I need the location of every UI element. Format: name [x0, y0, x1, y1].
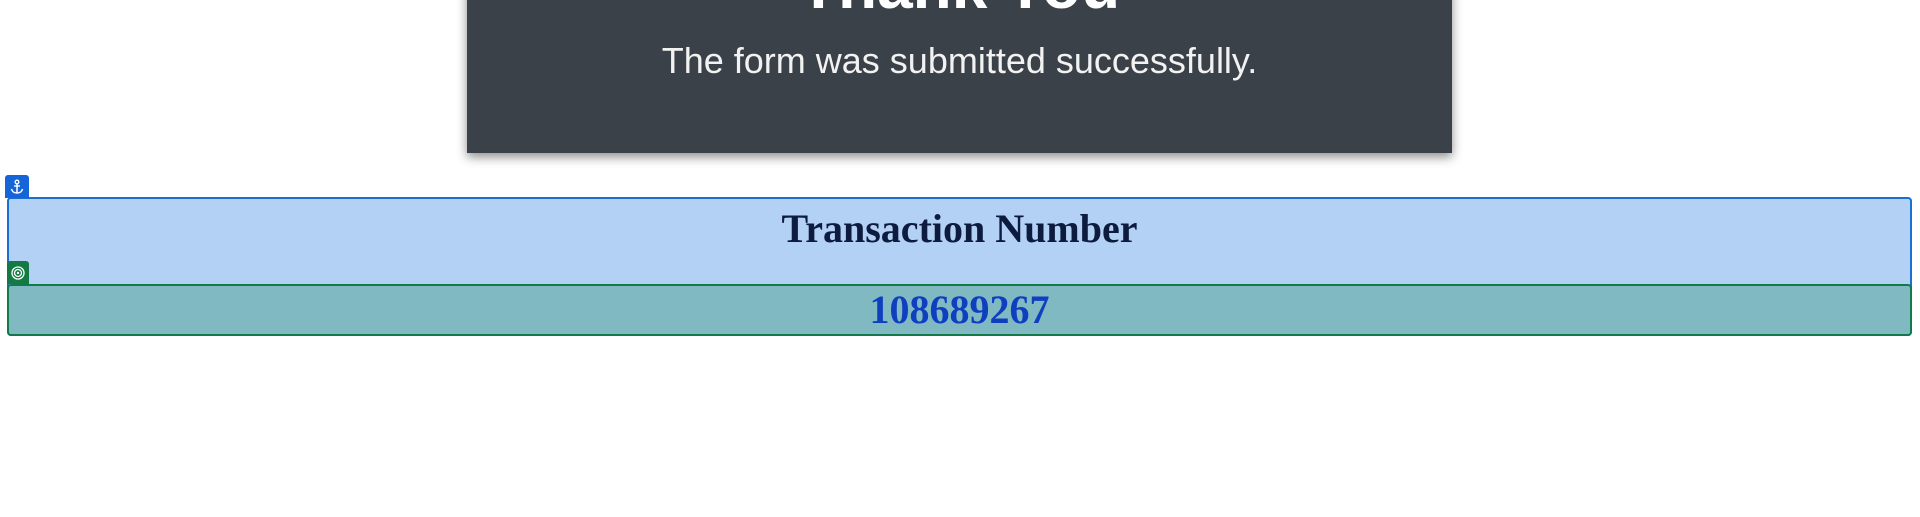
- transaction-number-region: 108689267: [7, 284, 1912, 336]
- target-icon: [7, 261, 29, 284]
- transaction-number: 108689267: [869, 287, 1050, 332]
- transaction-label: Transaction Number: [781, 206, 1138, 251]
- anchor-icon: [5, 175, 29, 198]
- confirmation-card: Thank You The form was submitted success…: [467, 0, 1452, 153]
- confirmation-title: Thank You: [467, 0, 1452, 18]
- confirmation-message: The form was submitted successfully.: [661, 40, 1258, 81]
